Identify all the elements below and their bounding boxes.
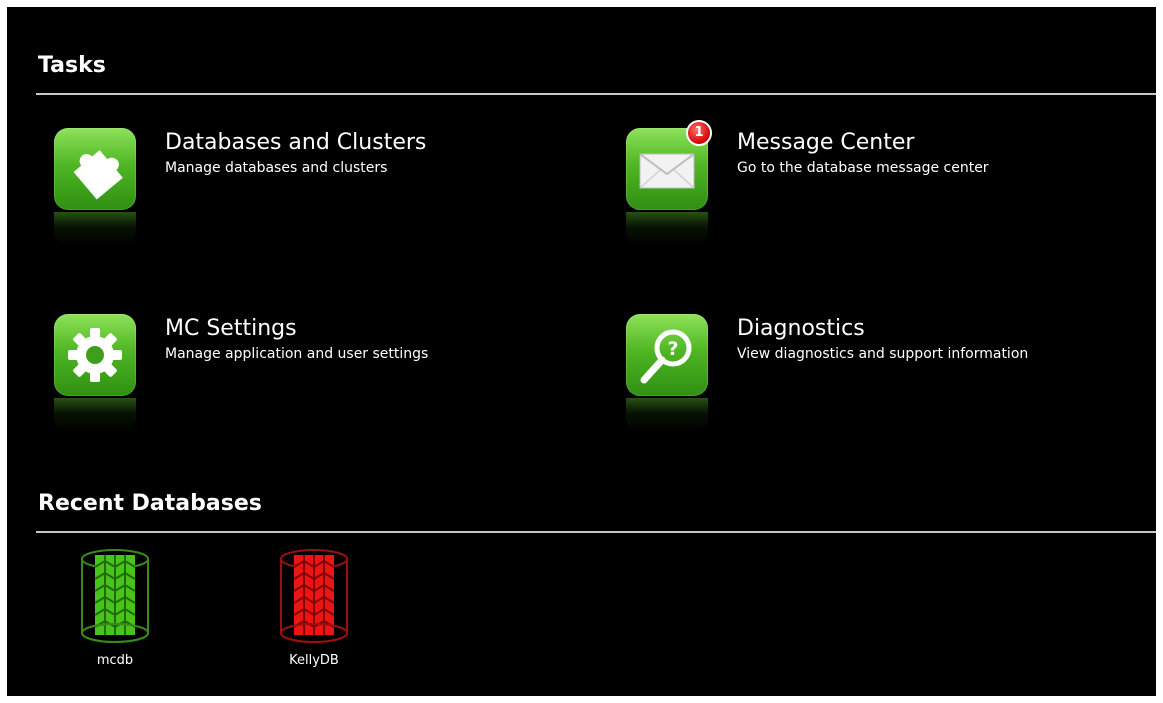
task-description: Manage databases and clusters [165, 160, 388, 176]
task-message-center[interactable]: 1 Message Center Go to the database mess… [610, 120, 1130, 268]
svg-text:?: ? [667, 338, 678, 360]
task-description: View diagnostics and support information [737, 346, 1029, 362]
task-icon-container: 1 [626, 120, 712, 246]
task-databases-and-clusters[interactable]: Databases and Clusters Manage databases … [38, 128, 558, 268]
magnifier-question-icon[interactable]: ? [626, 314, 708, 396]
task-title[interactable]: Message Center [737, 130, 914, 155]
gear-icon[interactable] [54, 314, 136, 396]
main-panel: Tasks Databases and Clusters Manage data… [7, 7, 1156, 696]
tasks-divider [36, 93, 1156, 95]
task-title[interactable]: Diagnostics [737, 316, 865, 341]
icon-reflection [626, 398, 708, 432]
icon-reflection [54, 398, 136, 432]
task-mc-settings[interactable]: MC Settings Manage application and user … [38, 314, 558, 454]
database-name: KellyDB [289, 653, 339, 668]
task-description: Manage application and user settings [165, 346, 429, 362]
task-title[interactable]: Databases and Clusters [165, 130, 426, 155]
notification-count-badge: 1 [686, 120, 712, 146]
tasks-heading: Tasks [38, 53, 106, 78]
task-description: Go to the database message center [737, 160, 989, 176]
database-red-icon [280, 549, 348, 643]
recent-databases-heading: Recent Databases [38, 491, 262, 516]
database-name: mcdb [96, 653, 134, 668]
task-title[interactable]: MC Settings [165, 316, 297, 341]
icon-reflection [626, 212, 708, 246]
puzzle-icon[interactable] [54, 128, 136, 210]
task-icon-container [54, 314, 136, 432]
task-icon-container: ? [626, 314, 708, 432]
database-green-icon [81, 549, 149, 643]
task-icon-container [54, 128, 136, 246]
recent-databases-divider [36, 531, 1156, 533]
database-item-mcdb[interactable]: mcdb [65, 547, 165, 668]
task-diagnostics[interactable]: ? Diagnostics View diagnostics and suppo… [610, 314, 1130, 454]
icon-reflection [54, 212, 136, 246]
database-item-kellydb[interactable]: KellyDB [264, 547, 364, 668]
